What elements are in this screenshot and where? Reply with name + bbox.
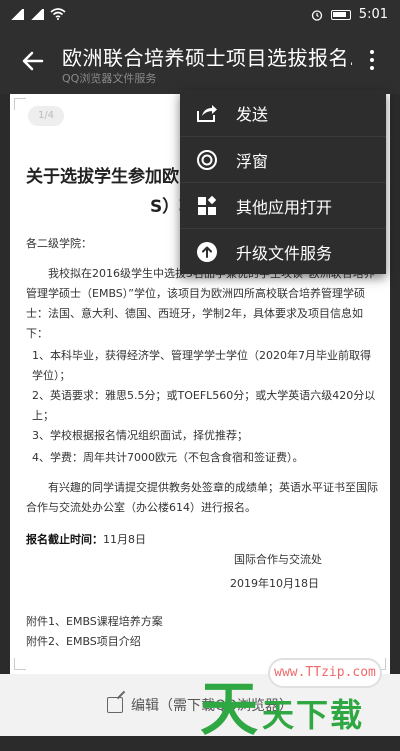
edit-icon: [106, 697, 123, 713]
menu-item-label: 发送: [236, 105, 269, 124]
corner-mark: [14, 98, 26, 110]
doc-signature-org: 国际合作与交流处: [234, 553, 322, 566]
status-icons-right: 5:01: [311, 7, 388, 22]
doc-paragraph: 我校拟在2016级学生中选拔5名品学兼优的学生攻读“欧洲联合培养管理学硕士（EM…: [26, 267, 375, 340]
doc-deadline: 报名截止时间：11月8日: [26, 530, 381, 550]
doc-attachment: 附件1、EMBS课程培养方案: [26, 615, 163, 628]
page-indicator: 1/4: [28, 106, 64, 126]
share-icon: [196, 102, 218, 124]
status-bar: 5:01: [0, 0, 400, 30]
upgrade-icon: [196, 241, 218, 263]
doc-requirement: 3、学校根据报名情况组织面试，择优推荐；: [32, 429, 248, 442]
battery-icon: [330, 9, 351, 20]
wifi-icon: [50, 8, 66, 20]
menu-item-label: 浮窗: [236, 151, 269, 171]
alarm-icon: [311, 9, 322, 21]
menu-item-float-window[interactable]: 浮窗: [180, 136, 386, 182]
doc-requirement: 4、学费：周年共计7000欧元（不包含食宿和签证费）。: [32, 451, 304, 464]
app-bar: 欧洲联合培养硕士项目选拔报名... QQ浏览器文件服务: [0, 30, 400, 94]
status-time: 5:01: [358, 7, 388, 22]
doc-title-line1: 关于选拔学生参加欧: [26, 167, 179, 187]
watermark-text: 天下载: [262, 696, 365, 734]
menu-item-send[interactable]: 发送: [180, 90, 386, 136]
page-subtitle: QQ浏览器文件服务: [62, 72, 157, 85]
doc-paragraph: 有兴趣的同学请提交提供教务处签章的成绩单；英语水平证书至国际合作与交流处办公室（…: [26, 481, 378, 514]
more-options-icon[interactable]: [368, 50, 376, 74]
watermark-url: www.TTzip.com: [270, 660, 380, 686]
watermark-logo: 天: [200, 675, 259, 743]
apps-icon: [196, 195, 218, 217]
corner-mark: [14, 658, 26, 670]
doc-requirement: 2、英语要求：雅思5.5分；或TOEFL560分；或大学英语六级420分以上；: [32, 389, 376, 422]
doc-requirement: 1、本科毕业，获得经济学、管理学学士学位（2020年7月毕业前取得学位）；: [32, 349, 371, 382]
deadline-label: 报名截止时间：: [26, 533, 103, 546]
deadline-value: 11月8日: [103, 533, 146, 546]
back-arrow-icon[interactable]: [20, 48, 46, 74]
doc-attachment: 附件2、EMBS项目介绍: [26, 635, 141, 648]
page-title: 欧洲联合培养硕士项目选拔报名...: [62, 46, 352, 70]
menu-item-upgrade[interactable]: 升级文件服务: [180, 228, 386, 274]
signal-icon: [10, 8, 24, 20]
overflow-menu: 发送 浮窗 其他应用打开 升级文件服务: [180, 90, 386, 274]
menu-item-label: 其他应用打开: [236, 197, 333, 217]
float-window-icon: [196, 149, 218, 171]
menu-item-label: 升级文件服务: [236, 243, 333, 263]
menu-item-open-with[interactable]: 其他应用打开: [180, 182, 386, 228]
status-icons-left: [10, 8, 66, 20]
signal-2-icon: [30, 8, 44, 20]
doc-signature-date: 2019年10月18日: [230, 577, 319, 590]
